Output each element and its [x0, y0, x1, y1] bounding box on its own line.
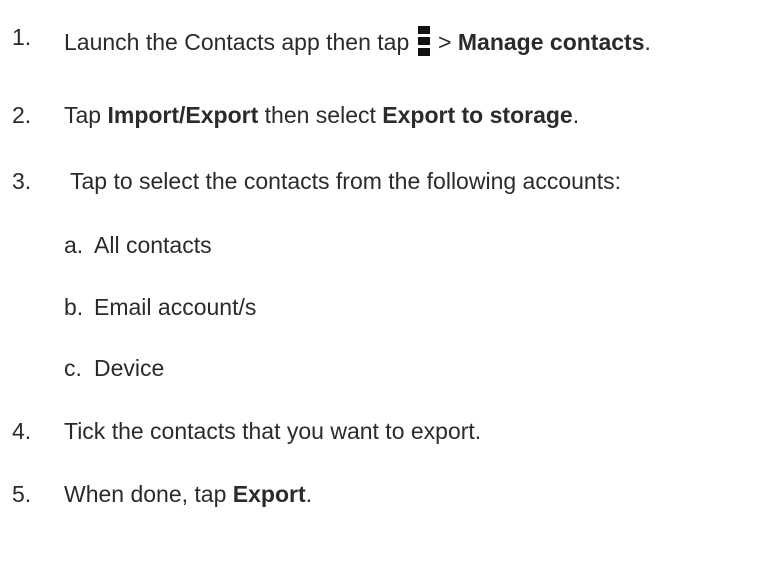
more-options-icon	[417, 26, 430, 56]
step-1: 1. Launch the Contacts app then tap > Ma…	[0, 26, 758, 56]
bold-term: Import/Export	[107, 102, 259, 128]
step-4: 4. Tick the contacts that you want to ex…	[0, 420, 758, 450]
step-text: Tap to select the contacts from the foll…	[64, 168, 621, 194]
step-number: 2.	[12, 102, 32, 128]
step-text: Tap Import/Export then select Export to …	[64, 102, 580, 128]
step-text: Tick the contacts that you want to expor…	[64, 418, 482, 444]
substep-letter: c.	[64, 355, 82, 381]
substep-text: All contacts	[94, 232, 212, 258]
bold-term: Export to storage	[382, 102, 573, 128]
substep-c: c. Device	[0, 357, 758, 387]
step-text: When done, tap Export.	[64, 481, 313, 507]
step-text: Launch the Contacts app then tap > Manag…	[64, 26, 651, 56]
substep-text: Device	[94, 355, 165, 381]
substep-text: Email account/s	[94, 294, 257, 320]
substep-a: a. All contacts	[0, 234, 758, 264]
step-number: 3.	[12, 168, 32, 194]
bold-term: Export	[232, 481, 306, 507]
substep-letter: a.	[64, 232, 84, 258]
step-number: 4.	[12, 418, 32, 444]
step-5: 5. When done, tap Export.	[0, 483, 758, 513]
bold-term: Manage contacts	[457, 29, 645, 55]
step-number: 1.	[12, 24, 32, 50]
step-number: 5.	[12, 481, 32, 507]
step-3: 3. Tap to select the contacts from the f…	[0, 170, 758, 200]
instructions-document: 1. Launch the Contacts app then tap > Ma…	[0, 0, 758, 567]
step-2: 2. Tap Import/Export then select Export …	[0, 104, 758, 134]
substep-letter: b.	[64, 294, 84, 320]
substep-b: b. Email account/s	[0, 296, 758, 326]
